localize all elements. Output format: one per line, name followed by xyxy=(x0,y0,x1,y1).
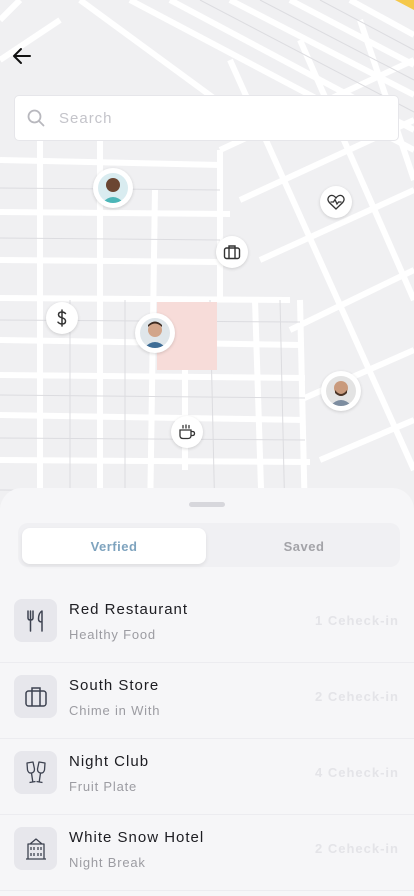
place-subtitle: Chime in With xyxy=(69,703,161,718)
tab-saved[interactable]: Saved xyxy=(212,528,396,564)
place-title: White Snow Hotel xyxy=(69,829,205,846)
hotel-icon xyxy=(14,827,57,870)
bottom-sheet: Verfied Saved Red Restaurant Healthy Foo… xyxy=(0,488,414,896)
coffee-icon xyxy=(179,424,196,440)
search-bar[interactable] xyxy=(14,95,399,141)
cutlery-icon xyxy=(14,599,57,642)
avatar xyxy=(326,376,356,406)
search-icon xyxy=(27,109,45,127)
list-item[interactable]: White Snow Hotel Night Break 2 Ceheck-in xyxy=(0,815,414,891)
arrow-left-icon xyxy=(13,48,31,64)
checkin-count: 4 Ceheck-in xyxy=(315,765,399,780)
place-title: Night Club xyxy=(69,753,150,770)
health-marker[interactable] xyxy=(320,186,352,218)
place-title: Red Restaurant xyxy=(69,601,189,618)
place-subtitle: Fruit Plate xyxy=(69,779,138,794)
person-marker-2[interactable] xyxy=(135,313,175,353)
back-button[interactable] xyxy=(10,44,34,68)
person-marker-1[interactable] xyxy=(93,168,133,208)
heart-pulse-icon xyxy=(327,194,345,210)
segmented-control: Verfied Saved xyxy=(18,523,400,567)
cafe-marker[interactable] xyxy=(171,416,203,448)
checkin-count: 1 Ceheck-in xyxy=(315,613,399,628)
checkin-count: 2 Ceheck-in xyxy=(315,841,399,856)
list-item[interactable]: South Store Chime in With 2 Ceheck-in xyxy=(0,663,414,739)
money-marker[interactable] xyxy=(46,302,78,334)
briefcase-icon xyxy=(223,245,241,260)
map[interactable] xyxy=(0,0,414,520)
checkin-count: 2 Ceheck-in xyxy=(315,689,399,704)
tab-verified[interactable]: Verfied xyxy=(22,528,206,564)
place-title: South Store xyxy=(69,677,160,694)
avatar xyxy=(140,318,170,348)
dollar-icon xyxy=(57,309,67,327)
shop-marker[interactable] xyxy=(216,236,248,268)
search-input[interactable] xyxy=(57,108,361,128)
place-subtitle: Night Break xyxy=(69,855,146,870)
avatar xyxy=(98,173,128,203)
list-item[interactable]: Night Club Fruit Plate 4 Ceheck-in xyxy=(0,739,414,815)
person-marker-3[interactable] xyxy=(321,371,361,411)
champagne-glasses-icon xyxy=(14,751,57,794)
briefcase-icon xyxy=(14,675,57,718)
list-item[interactable]: Red Restaurant Healthy Food 1 Ceheck-in xyxy=(0,587,414,663)
place-subtitle: Healthy Food xyxy=(69,627,156,642)
sheet-drag-handle[interactable] xyxy=(189,502,225,507)
places-list: Red Restaurant Healthy Food 1 Ceheck-in … xyxy=(0,587,414,891)
